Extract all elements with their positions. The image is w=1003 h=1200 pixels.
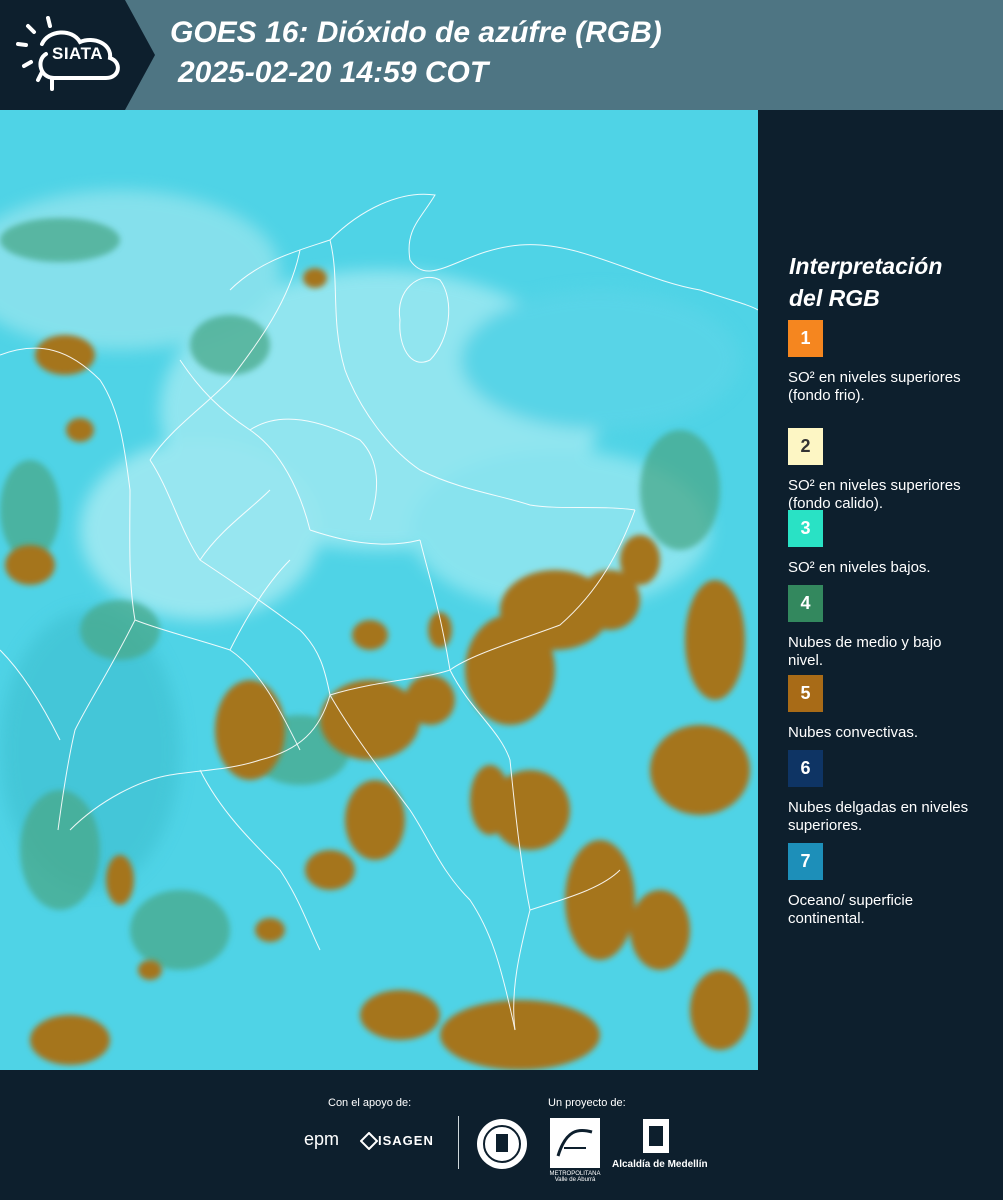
isagen-icon (360, 1132, 378, 1150)
legend-panel: Interpretación del RGB 1 SO² en niveles s… (758, 110, 1003, 1070)
legend-swatch: 2 (788, 428, 823, 465)
legend-swatch: 6 (788, 750, 823, 787)
epm-logo: epm (304, 1129, 340, 1149)
legend-item: 3 SO² en niveles bajos. (788, 510, 978, 577)
legend-item: 6 Nubes delgadas en niveles superiores. (788, 750, 978, 835)
isagen-logo: ISAGEN (378, 1133, 434, 1148)
legend-swatch: 3 (788, 510, 823, 547)
legend-item: 4 Nubes de medio y bajo nivel. (788, 585, 978, 670)
legend-item: 1 SO² en niveles superiores (fondo frio). (788, 320, 978, 405)
legend-title-line1: Interpretación (789, 253, 943, 279)
legend-label: SO² en niveles superiores (fondo frio). (788, 369, 961, 404)
legend-label: SO² en niveles superiores (fondo calido)… (788, 477, 961, 512)
legend-swatch: 1 (788, 320, 823, 357)
support-label: Con el apoyo de: (328, 1097, 412, 1109)
legend-label: Nubes de medio y bajo nivel. (788, 634, 942, 669)
legend-swatch: 4 (788, 585, 823, 622)
legend-item: 5 Nubes convectivas. (788, 675, 978, 742)
alcaldia-shield-icon (643, 1119, 669, 1153)
legend-title-line2: del RGB (789, 285, 880, 311)
page-title: GOES 16: Dióxido de azúfre (RGB) (170, 16, 662, 49)
legend-swatch: 7 (788, 843, 823, 880)
project-label: Un proyecto de: (548, 1097, 626, 1109)
area-metropolitana-text: METROPOLITANA Valle de Aburrá (549, 1171, 601, 1183)
header: SIATA GOES 16: Dióxido de azúfre (RGB) 2… (0, 0, 1003, 110)
area-metropolitana-icon (550, 1118, 600, 1168)
legend-label: Nubes delgadas en niveles superiores. (788, 799, 969, 834)
map-svg (0, 110, 758, 1070)
footer-divider (458, 1116, 459, 1169)
legend-item: 7 Oceano/ superficie continental. (788, 843, 978, 928)
satellite-map (0, 110, 758, 1070)
legend-swatch: 5 (788, 675, 823, 712)
medellin-seal-icon (477, 1119, 527, 1169)
legend-label: SO² en niveles bajos. (788, 559, 931, 576)
legend-label: Nubes convectivas. (788, 724, 919, 741)
alcaldia-text: Alcaldía de Medellín (612, 1159, 708, 1170)
legend-item: 2 SO² en niveles superiores (fondo calido… (788, 428, 978, 513)
logo-text: SIATA (52, 44, 103, 63)
logo-block: SIATA (0, 0, 155, 110)
legend-title: Interpretación del RGB (789, 250, 989, 314)
timestamp: 2025-02-20 14:59 COT (178, 56, 489, 89)
legend-label: Oceano/ superficie continental. (788, 892, 914, 927)
footer: Con el apoyo de: Un proyecto de: epm ISA… (0, 1070, 1003, 1200)
